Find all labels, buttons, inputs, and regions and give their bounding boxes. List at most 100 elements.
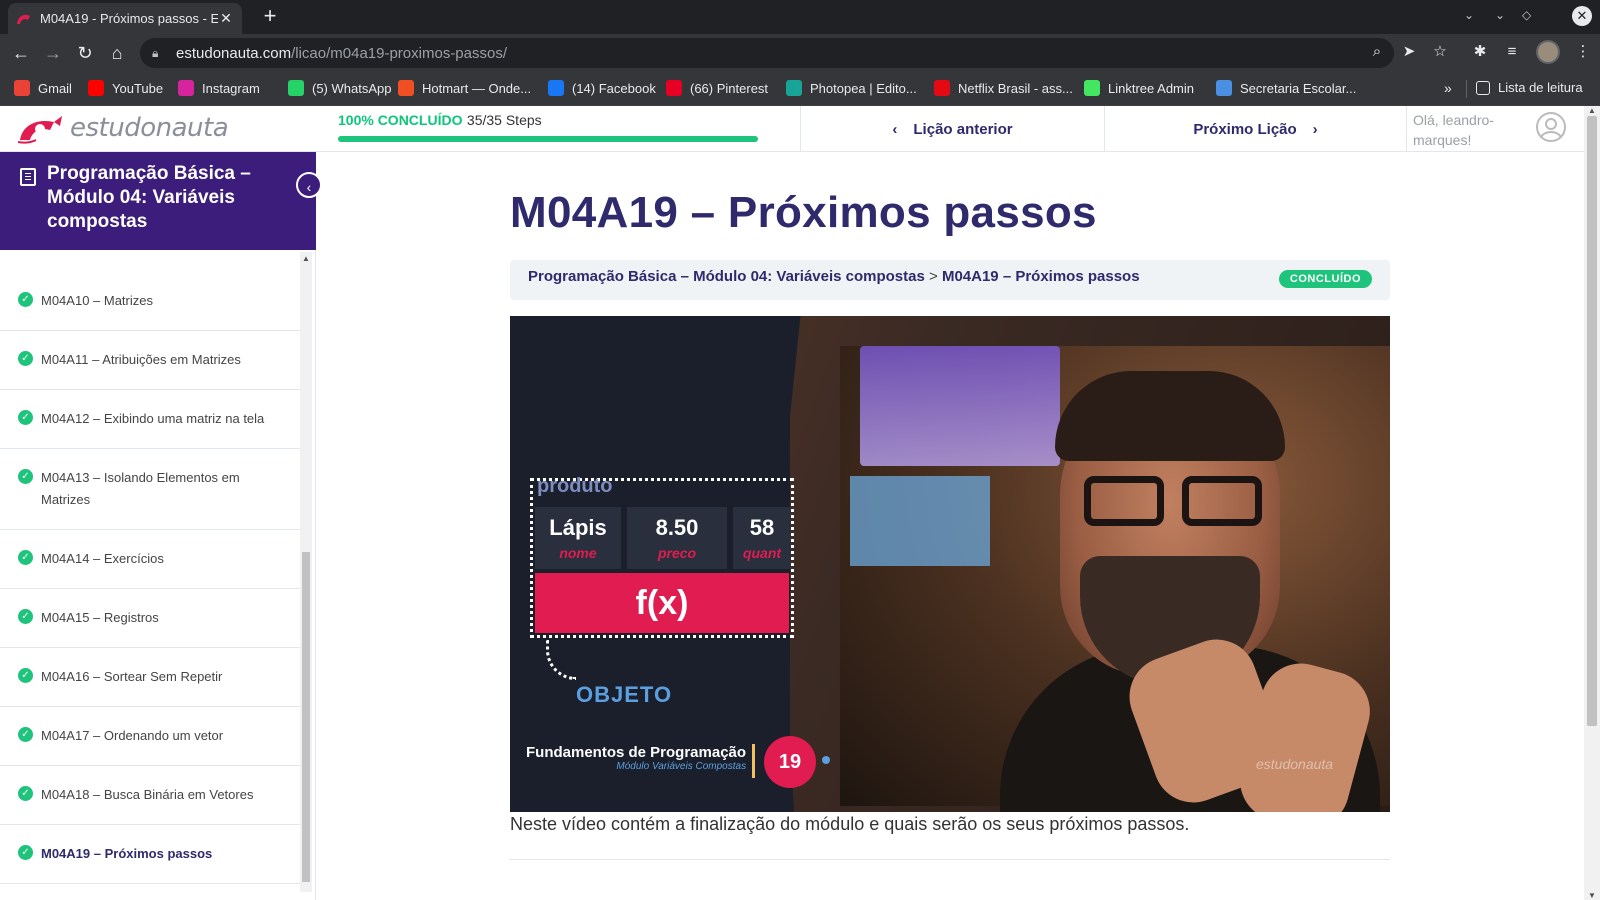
sidebar-lesson-label: M04A19 – Próximos passos [41,846,213,861]
sidebar-lesson-label: M04A16 – Sortear Sem Repetir [41,669,223,684]
sidebar-lesson-item[interactable]: ✓ M04A11 – Atribuições em Matrizes [0,331,300,390]
page-scroll-down-icon[interactable]: ▼ [1588,891,1596,900]
close-window-icon[interactable]: ✕ [1572,6,1592,26]
sidebar-lesson-label: M04A18 – Busca Binária em Vetores [41,787,254,802]
collapse-sidebar-button[interactable]: ‹ [296,172,322,198]
scroll-up-icon[interactable]: ▲ [302,254,310,263]
sidebar-lesson-item[interactable]: ✓ M04A10 – Matrizes [0,272,300,331]
lesson-video[interactable]: produto Lápis nome 8.50 preco 58 quant f… [510,316,1390,812]
youtube-icon [88,80,104,96]
page-title: M04A19 – Próximos passos [510,188,1097,237]
sidebar-lesson-item[interactable]: ✓ M04A12 – Exibindo uma matriz na tela [0,390,300,449]
bookmark-facebook[interactable]: (14) Facebook [548,80,656,96]
check-circle-icon: ✓ [18,351,33,366]
bookmark-pinterest[interactable]: (66) Pinterest [666,80,768,96]
home-icon[interactable]: ⌂ [106,42,128,64]
sidebar-lesson-item[interactable]: ✓ M04A19 – Próximos passos [0,825,300,884]
next-lesson-label: Próximo Lição [1193,120,1297,138]
bookmark-whatsapp[interactable]: (5) WhatsApp [288,80,391,96]
sidebar-lesson-item[interactable]: ✓ M04A14 – Exercícios [0,530,300,589]
breadcrumb-lesson-link[interactable]: M04A19 – Próximos passos [942,268,1140,285]
rocket-logo-icon [16,110,70,146]
media-queue-icon[interactable]: ≡ [1501,41,1523,63]
lesson-content: M04A19 – Próximos passos Programação Bás… [510,152,1390,860]
reload-icon[interactable]: ↻ [74,42,96,64]
lock-icon[interactable]: 🔒︎ [152,46,166,61]
bookmark-secretaria[interactable]: Secretaria Escolar... [1216,80,1356,96]
send-icon[interactable]: ➤ [1399,42,1419,62]
bookmark-instagram[interactable]: Instagram [178,80,260,96]
site-header: estudonauta 100% CONCLUÍDO 35/35 Steps ‹… [0,106,1584,152]
sidebar-lesson-item[interactable]: ✓ M04A18 – Busca Binária em Vetores [0,766,300,825]
book-icon [20,168,36,186]
previous-lesson-label: Lição anterior [913,120,1013,138]
tab-strip: M04A19 - Próximos passos - E ✕ + ⌄ ⌄ ◇ ✕ [0,0,1600,34]
logo-wordmark: estudonauta [70,113,229,143]
bookmark-netflix[interactable]: Netflix Brasil - ass... [934,80,1073,96]
sidebar-scroll-thumb[interactable] [302,552,310,882]
url-path: /licao/m04a19-proximos-passos/ [291,44,508,62]
bookmark-hotmart[interactable]: Hotmart — Onde... [398,80,531,96]
profile-avatar[interactable] [1536,40,1560,64]
lesson-description: Neste vídeo contém a finalização do módu… [510,814,1190,834]
sidebar-lesson-item[interactable]: ✓ M04A16 – Sortear Sem Repetir [0,648,300,707]
status-badge: CONCLUÍDO [1278,270,1372,288]
photopea-icon [786,80,802,96]
bookmark-label: Photopea | Edito... [810,80,917,96]
reading-list-button[interactable]: Lista de leitura [1476,80,1583,95]
bookmark-gmail[interactable]: Gmail [14,80,72,96]
page-scroll-up-icon[interactable]: ▲ [1588,106,1596,115]
more-bookmarks-icon[interactable]: » [1444,80,1452,96]
bookmark-star-icon[interactable]: ☆ [1430,42,1450,62]
sidebar-lesson-item[interactable]: ✓ M04A13 – Isolando Elementos em Matrizes [0,449,300,530]
breadcrumb-course-link[interactable]: Programação Básica – Módulo 04: Variávei… [528,268,925,285]
reading-list-icon [1476,80,1490,95]
previous-lesson-button[interactable]: ‹ Lição anterior [800,106,1104,152]
method-fx-bar: f(x) [535,573,789,633]
attr-cell-nome: Lápis nome [535,507,621,569]
bookmark-photopea[interactable]: Photopea | Edito... [786,80,917,96]
menu-icon[interactable]: ⋮ [1572,41,1594,63]
tab-search-icon[interactable]: ⌄ [1464,8,1474,22]
page-scrollbar[interactable]: ▲ ▼ [1584,106,1600,900]
series-divider [752,744,755,778]
extensions-icon[interactable]: ✱ [1469,41,1491,63]
maximize-icon[interactable]: ◇ [1522,8,1531,22]
secretaria-icon [1216,80,1232,96]
page-scroll-thumb[interactable] [1587,116,1597,726]
close-tab-icon[interactable]: ✕ [218,10,234,27]
minimize-icon[interactable]: ⌄ [1495,8,1505,22]
next-lesson-button[interactable]: Próximo Lição › [1104,106,1406,152]
check-circle-icon: ✓ [18,845,33,860]
progress-percent: 100% CONCLUÍDO [338,112,463,128]
lesson-sidebar: Programação Básica – Módulo 04: Variávei… [0,152,322,900]
bookmark-label: (14) Facebook [572,80,656,96]
sidebar-lesson-label: M04A17 – Ordenando um vetor [41,728,224,743]
sidebar-scrollbar[interactable]: ▲ [300,252,312,892]
new-tab-button[interactable]: + [258,5,282,29]
sidebar-lesson-item[interactable]: ✓ M04A17 – Ordenando um vetor [0,707,300,766]
course-progress: 100% CONCLUÍDO 35/35 Steps [338,112,758,142]
sidebar-lesson-item[interactable]: ✓ M04A15 – Registros [0,589,300,648]
sidebar-lesson-label: M04A14 – Exercícios [41,551,164,566]
address-bar[interactable]: 🔒︎ estudonauta.com/licao/m04a19-proximos… [140,38,1394,68]
progress-fill [338,136,758,142]
video-watermark: estudonauta [1256,756,1334,772]
attr-name-preco: preco [657,545,697,561]
bookmark-label: Gmail [38,80,72,96]
sidebar-lesson-label: M04A12 – Exibindo uma matriz na tela [41,411,265,426]
zoom-icon[interactable]: ⌕ [1367,42,1387,62]
breadcrumb-separator: > [929,268,938,285]
check-circle-icon: ✓ [18,292,33,307]
bookmark-label: Secretaria Escolar... [1240,80,1357,96]
bookmark-linktree[interactable]: Linktree Admin [1084,80,1194,96]
user-avatar-icon[interactable] [1536,112,1566,142]
forward-icon[interactable]: → [42,42,64,64]
bookmark-label: Linktree Admin [1108,80,1194,96]
browser-tab[interactable]: M04A19 - Próximos passos - E ✕ [8,3,242,34]
site-logo[interactable]: estudonauta [16,110,229,146]
check-circle-icon: ✓ [18,469,33,484]
back-icon[interactable]: ← [10,42,32,64]
bookmark-youtube[interactable]: YouTube [88,80,163,96]
progress-steps: 35/35 Steps [466,112,542,128]
